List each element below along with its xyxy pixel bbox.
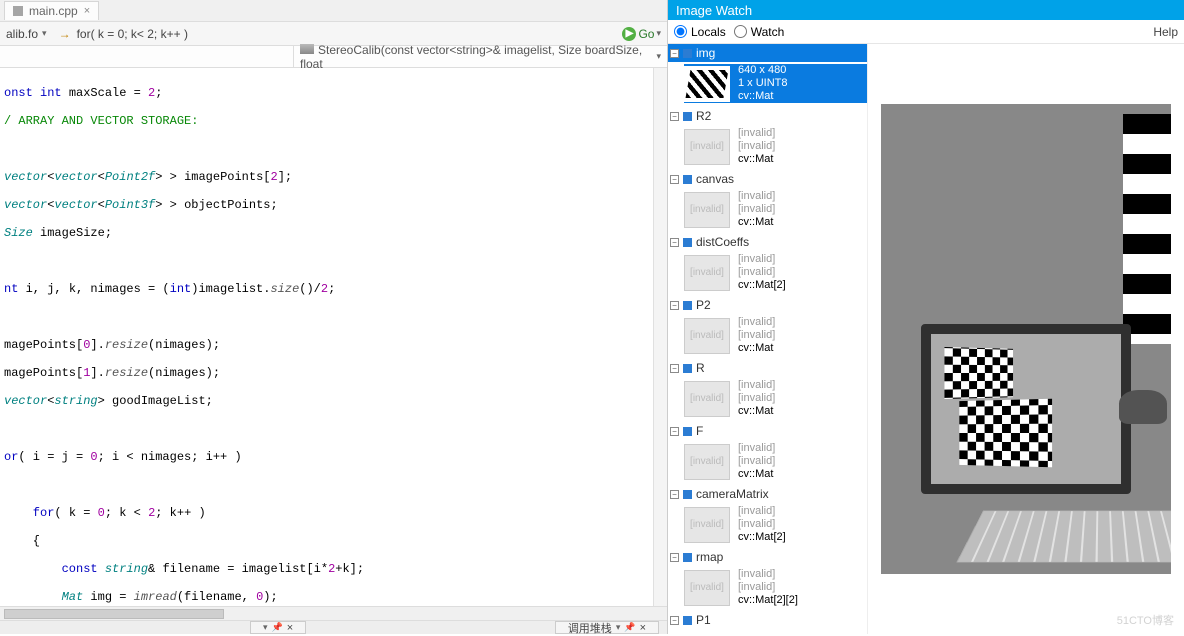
thumbnail: [invalid] <box>684 192 730 228</box>
chevron-down-icon: ▾ <box>656 51 661 62</box>
variable-name: canvas <box>696 172 734 186</box>
variable-item[interactable]: − distCoeffs [invalid][invalid][invalid]cv… <box>668 233 867 292</box>
mode-watch-radio[interactable]: Watch <box>734 25 785 39</box>
expand-icon[interactable]: − <box>670 238 679 247</box>
variable-meta: [invalid][invalid]cv::Mat <box>738 442 775 481</box>
expand-icon[interactable]: − <box>670 175 679 184</box>
type-icon <box>683 238 692 247</box>
type-icon <box>683 553 692 562</box>
navigation-bar: StereoCalib(const vector<string>& imagel… <box>0 46 667 68</box>
crumb-file[interactable]: alib.fo▾ <box>0 25 53 43</box>
variable-name: distCoeffs <box>696 235 749 249</box>
thumbnail: [invalid] <box>684 444 730 480</box>
pin-icon: 📌 <box>624 622 635 633</box>
variable-item[interactable]: − cameraMatrix [invalid][invalid][invalid]… <box>668 485 867 544</box>
tab-filename: main.cpp <box>29 4 78 18</box>
callstack-pane-tab[interactable]: 调用堆栈 ▾📌× <box>555 621 659 634</box>
thumbnail: [invalid] <box>684 507 730 543</box>
bottom-toolstrip: ▾📌× 调用堆栈 ▾📌× <box>0 620 667 634</box>
chevron-down-icon: ▾ <box>42 28 47 39</box>
variable-meta: [invalid][invalid]cv::Mat <box>738 127 775 166</box>
expand-icon[interactable]: − <box>670 364 679 373</box>
variable-item[interactable]: − canvas[invalid][invalid][invalid]cv::Ma… <box>668 170 867 229</box>
crumb-scope[interactable]: → for( k = 0; k< 2; k++ ) <box>53 25 194 43</box>
expand-icon[interactable]: − <box>670 112 679 121</box>
variable-list[interactable]: −img640 x 4801 x UINT8cv::Mat−R2[invalid… <box>668 44 868 634</box>
chevron-down-icon: ▾ <box>263 622 268 633</box>
variable-meta: [invalid][invalid]cv::Mat <box>738 316 775 355</box>
variable-meta: [invalid][invalid]cv::Mat <box>738 190 775 229</box>
type-icon <box>683 112 692 121</box>
image-watch-toolbar: Locals Watch Help <box>668 20 1184 44</box>
function-icon <box>300 44 314 54</box>
variable-meta: [invalid][invalid]cv::Mat <box>738 379 775 418</box>
thumbnail: [invalid] <box>684 570 730 606</box>
variable-meta: [invalid][invalid]cv::Mat[2][2] <box>738 568 798 607</box>
variable-item[interactable]: − R[invalid][invalid][invalid]cv::Mat <box>668 359 867 418</box>
output-pane-tab[interactable]: ▾📌× <box>250 621 306 634</box>
tabstrip: main.cpp × <box>0 0 667 22</box>
type-icon <box>683 49 692 58</box>
variable-item[interactable]: − R2[invalid][invalid][invalid]cv::Mat <box>668 107 867 166</box>
type-icon <box>683 364 692 373</box>
type-icon <box>683 175 692 184</box>
close-icon[interactable]: × <box>84 5 90 17</box>
expand-icon[interactable]: − <box>670 553 679 562</box>
file-tab-main[interactable]: main.cpp × <box>4 1 99 20</box>
variable-meta: 640 x 4801 x UINT8cv::Mat <box>738 64 788 103</box>
code-editor[interactable]: onst int maxScale = 2; / ARRAY AND VECTO… <box>0 68 667 606</box>
expand-icon[interactable]: − <box>670 49 679 58</box>
pin-icon: 📌 <box>272 622 283 633</box>
expand-icon[interactable]: − <box>670 490 679 499</box>
radio-locals[interactable] <box>674 25 687 38</box>
mode-locals-radio[interactable]: Locals <box>674 25 726 39</box>
thumbnail: [invalid] <box>684 381 730 417</box>
expand-icon[interactable]: − <box>670 301 679 310</box>
variable-item[interactable]: − P2[invalid][invalid][invalid]cv::Mat <box>668 296 867 355</box>
thumbnail[interactable] <box>684 66 730 102</box>
variable-name: P2 <box>696 298 711 312</box>
help-link[interactable]: Help <box>1153 25 1178 39</box>
expand-icon[interactable]: − <box>670 616 679 625</box>
variable-name: rmap <box>696 550 723 564</box>
scrollbar-thumb[interactable] <box>4 609 224 619</box>
variable-name: P1 <box>696 613 711 627</box>
radio-watch[interactable] <box>734 25 747 38</box>
arrow-icon: → <box>59 27 71 41</box>
variable-name: img <box>696 46 715 60</box>
variable-name: cameraMatrix <box>696 487 769 501</box>
chevron-down-icon: ▾ <box>616 622 621 633</box>
preview-image <box>881 104 1171 574</box>
variable-name: F <box>696 424 703 438</box>
expand-icon[interactable]: − <box>670 427 679 436</box>
thumbnail: [invalid] <box>684 255 730 291</box>
type-icon <box>683 301 692 310</box>
variable-name: R2 <box>696 109 711 123</box>
image-preview[interactable]: 51CTO博客 <box>868 44 1184 634</box>
chevron-down-icon[interactable]: ▾ <box>656 28 661 39</box>
variable-item[interactable]: − img640 x 4801 x UINT8cv::Mat <box>668 44 867 103</box>
variable-item[interactable]: − rmap[invalid][invalid][invalid]cv::Mat[… <box>668 548 867 607</box>
variable-item[interactable]: − F[invalid][invalid][invalid]cv::Mat <box>668 422 867 481</box>
image-watch-title: Image Watch <box>668 0 1184 20</box>
go-button[interactable]: ▶ Go ▾ <box>622 27 661 41</box>
type-icon <box>683 490 692 499</box>
nav-function-dropdown[interactable]: StereoCalib(const vector<string>& imagel… <box>294 46 667 67</box>
variable-meta: [invalid][invalid]cv::Mat[2] <box>738 253 786 292</box>
horizontal-scrollbar[interactable] <box>0 606 667 620</box>
type-icon <box>683 427 692 436</box>
watermark: 51CTO博客 <box>1117 612 1174 628</box>
variable-name: R <box>696 361 705 375</box>
thumbtack-icon <box>13 6 23 16</box>
thumbnail: [invalid] <box>684 318 730 354</box>
play-icon: ▶ <box>622 27 636 41</box>
minimap[interactable] <box>653 68 667 606</box>
variable-item[interactable]: − P1 <box>668 611 867 629</box>
thumbnail: [invalid] <box>684 129 730 165</box>
nav-project-dropdown[interactable] <box>0 46 294 67</box>
variable-meta: [invalid][invalid]cv::Mat[2] <box>738 505 786 544</box>
type-icon <box>683 616 692 625</box>
